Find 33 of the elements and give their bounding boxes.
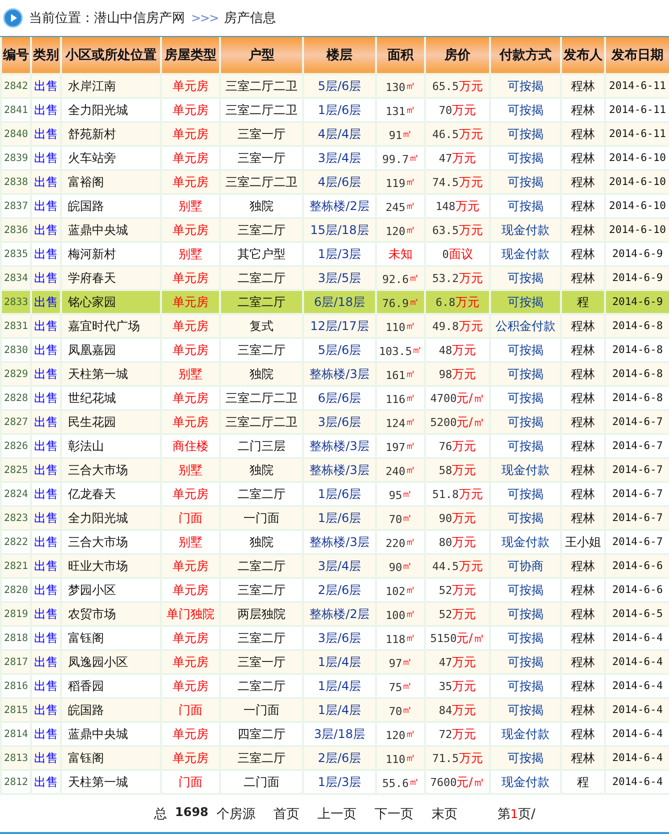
column-header: 发布人 bbox=[561, 37, 605, 74]
category-link[interactable]: 出售 bbox=[31, 770, 61, 794]
publisher-cell: 程 bbox=[561, 770, 605, 794]
play-icon bbox=[3, 8, 23, 28]
house-type-cell: 门面 bbox=[161, 770, 220, 794]
column-header: 发布日期 bbox=[605, 37, 669, 74]
pager-link[interactable]: 末页 bbox=[431, 804, 458, 822]
column-header: 编号 bbox=[1, 37, 31, 74]
column-header: 房价 bbox=[425, 37, 490, 74]
pager-link[interactable]: 下一页 bbox=[374, 804, 414, 822]
id-cell: 2812 bbox=[1, 770, 31, 794]
breadcrumb-label: 当前位置：潜山中信房产网 bbox=[29, 10, 185, 27]
column-header: 小区或所处位置 bbox=[61, 37, 161, 74]
column-header: 楼层 bbox=[303, 37, 376, 74]
column-header: 房屋类型 bbox=[161, 37, 220, 74]
column-header: 面积 bbox=[376, 37, 425, 74]
column-header: 户型 bbox=[220, 37, 303, 74]
floor-cell: 1层/3层 bbox=[303, 770, 376, 794]
layout-cell: 二门面 bbox=[220, 770, 303, 794]
total-count: 1698 bbox=[175, 804, 208, 820]
listing-row[interactable]: 2835 出售 梅河新村 别墅 其它户型 1层/3层 未知 0面议 现金付款 程林 2014-6-9 bbox=[1, 242, 669, 266]
breadcrumb-separator: >>> bbox=[191, 11, 218, 25]
total-label: 个房源 bbox=[216, 806, 256, 822]
pager-link[interactable]: 上一页 bbox=[317, 804, 356, 822]
page-indicator: 第1页/ bbox=[497, 806, 536, 822]
column-header: 付款方式 bbox=[490, 37, 561, 74]
price-cell: 7600元/㎡ bbox=[425, 770, 490, 794]
total-label: 总 bbox=[154, 806, 167, 822]
column-header: 类别 bbox=[31, 37, 61, 74]
pager-link[interactable]: 首页 bbox=[273, 804, 300, 822]
breadcrumb-current: 房产信息 bbox=[224, 10, 276, 27]
location-cell[interactable]: 天柱第一城 bbox=[61, 770, 161, 794]
payment-cell: 现金付款 bbox=[490, 770, 561, 794]
